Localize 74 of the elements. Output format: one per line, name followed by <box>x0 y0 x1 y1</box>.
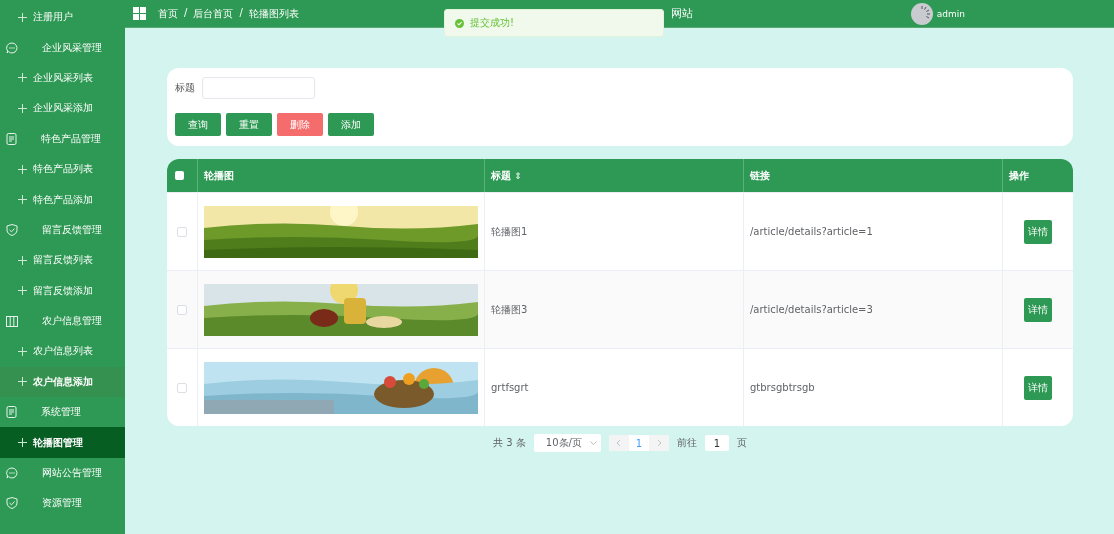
shield-icon <box>6 223 18 236</box>
sidebar-item[interactable]: 留言反馈管理 <box>0 214 125 246</box>
plus-icon <box>18 255 27 265</box>
action-button[interactable]: 重置 <box>226 113 272 136</box>
chat-bubble-icon <box>6 467 18 480</box>
row-checkbox[interactable] <box>177 382 187 393</box>
sort-icon[interactable]: ⇕ <box>514 170 522 181</box>
sidebar-item[interactable]: 轮播图管理 <box>0 427 125 458</box>
shield-icon <box>6 497 18 510</box>
user-name[interactable]: admin <box>936 8 965 19</box>
breadcrumb-link[interactable]: 首页 <box>158 6 178 21</box>
sidebar-item[interactable]: 注册用户 <box>0 2 125 33</box>
select-all-checkbox[interactable] <box>175 171 184 180</box>
sidebar-item[interactable]: 资源管理 <box>0 488 125 519</box>
plus-icon <box>18 195 27 205</box>
sidebar-item[interactable]: 留言反馈列表 <box>0 245 125 276</box>
table-cell: gtbrsgbtrsgb <box>744 349 1003 426</box>
menu-icon[interactable] <box>133 7 146 20</box>
column-header: 操作 <box>1008 168 1030 183</box>
plus-icon <box>18 103 27 113</box>
column-header: 标题 <box>491 168 511 183</box>
sidebar-item[interactable]: 留言反馈添加 <box>0 275 125 306</box>
plus-icon <box>18 164 27 174</box>
site-title: 网站 <box>670 6 693 21</box>
plus-icon <box>18 73 27 83</box>
sidebar-item[interactable]: 企业风采添加 <box>0 93 125 124</box>
plus-icon <box>18 286 27 296</box>
check-circle-icon <box>455 18 464 28</box>
document-icon <box>6 406 17 419</box>
sidebar-item[interactable]: 农户信息管理 <box>0 305 125 337</box>
sidebar-item[interactable]: 网站公告管理 <box>0 457 125 489</box>
plus-icon <box>18 12 27 22</box>
plus-icon <box>18 438 27 448</box>
sidebar-item[interactable]: 特色产品列表 <box>0 153 125 185</box>
table-cell: 轮播图3 <box>485 271 744 348</box>
action-button[interactable]: 查询 <box>175 113 221 136</box>
details-button[interactable]: 详情 <box>1024 219 1052 244</box>
breadcrumb-link[interactable]: 后台首页 <box>193 6 234 21</box>
avatar-icon[interactable] <box>910 2 933 25</box>
goto-label: 前往 <box>676 436 697 450</box>
page-number[interactable]: 1 <box>628 435 649 451</box>
title-input[interactable] <box>202 77 315 99</box>
sidebar-item[interactable]: 特色产品添加 <box>0 184 125 215</box>
breadcrumb-link[interactable]: 轮播图列表 <box>248 6 299 21</box>
row-checkbox[interactable] <box>177 226 187 237</box>
plus-icon <box>18 347 27 356</box>
table-cell: grtfsgrt <box>485 349 744 426</box>
sidebar-item[interactable]: 企业风采列表 <box>0 62 125 94</box>
chevron-down-icon <box>589 441 597 445</box>
sidebar-item[interactable]: 系统管理 <box>0 397 125 428</box>
table-cell: /article/details?article=3 <box>744 271 1003 348</box>
page-suffix: 页 <box>736 436 747 450</box>
details-button[interactable]: 详情 <box>1024 297 1052 322</box>
page-size-select[interactable]: 10条/页 <box>533 434 601 452</box>
breadcrumb-separator: / <box>184 6 188 20</box>
goto-page-field[interactable]: 1 <box>704 435 729 451</box>
plus-icon <box>18 377 27 387</box>
sidebar-item[interactable]: 特色产品管理 <box>0 123 125 154</box>
column-header: 链接 <box>744 159 1003 192</box>
sidebar-item[interactable]: 企业风采管理 <box>0 32 125 63</box>
field-label: 标题 <box>175 81 195 95</box>
delete-button[interactable]: 删除 <box>277 113 323 136</box>
document-icon <box>6 132 17 145</box>
total-count: 共 3 条 <box>493 436 526 450</box>
sidebar-item[interactable]: 农户信息列表 <box>0 336 125 367</box>
breadcrumb-separator: / <box>239 6 243 20</box>
column-header: 轮播图 <box>198 159 485 192</box>
action-button[interactable]: 添加 <box>328 113 374 136</box>
chat-bubble-icon <box>6 41 18 54</box>
columns-icon <box>6 315 18 327</box>
details-button[interactable]: 详情 <box>1024 375 1052 400</box>
sidebar-item[interactable]: 农户信息添加 <box>0 366 125 398</box>
row-checkbox[interactable] <box>177 304 187 315</box>
toast-message: 提交成功! <box>470 16 514 30</box>
